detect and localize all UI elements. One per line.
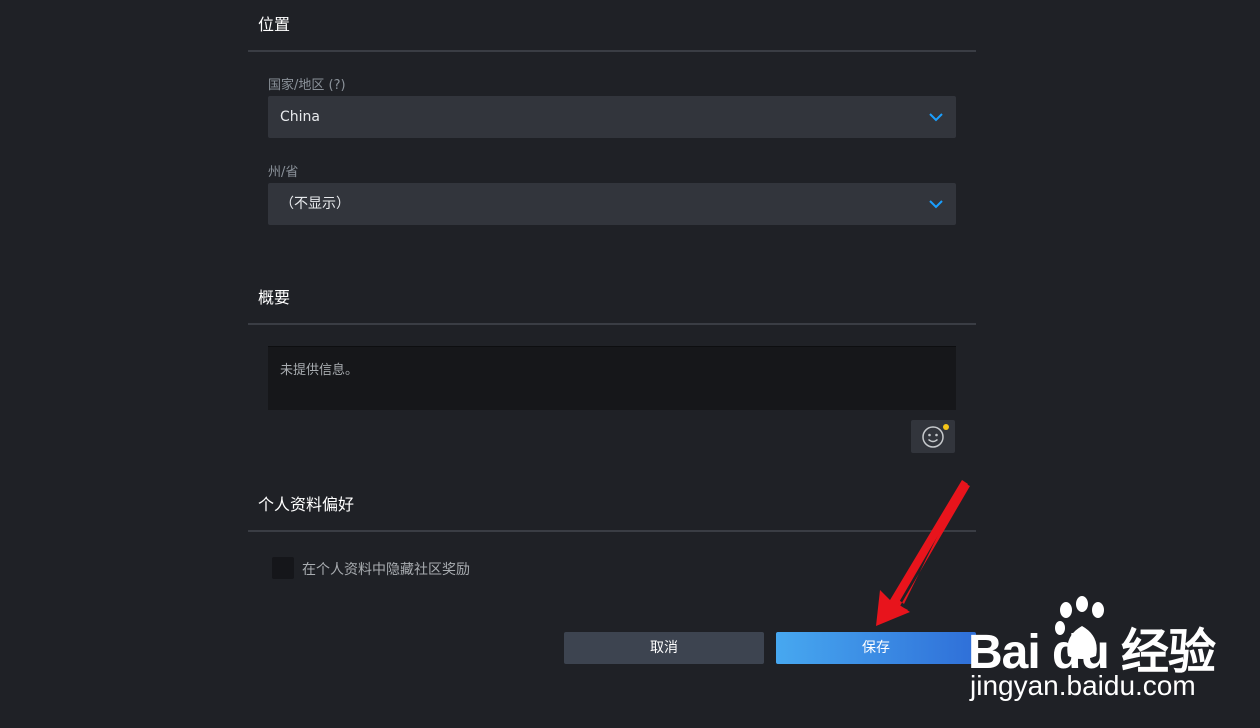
summary-textarea[interactable]: 未提供信息。	[268, 346, 956, 410]
paw-logo-icon	[1055, 596, 1104, 659]
notification-dot	[943, 424, 949, 430]
state-value: （不显示）	[280, 196, 350, 212]
save-button[interactable]: 保存	[776, 632, 976, 664]
summary-section-title: 概要	[248, 279, 976, 325]
hide-awards-label[interactable]: 在个人资料中隐藏社区奖励	[302, 559, 470, 579]
country-value: China	[280, 109, 320, 125]
chevron-down-icon	[929, 200, 943, 209]
watermark-url: jingyan.baidu.com	[970, 670, 1196, 701]
location-section-title: 位置	[248, 6, 976, 52]
state-label: 州/省	[268, 165, 299, 180]
emoji-button[interactable]	[911, 420, 955, 453]
country-label: 国家/地区 (?)	[268, 78, 346, 93]
smiley-icon	[922, 426, 944, 448]
red-arrow-icon	[876, 480, 970, 626]
hide-awards-checkbox[interactable]	[272, 557, 294, 579]
state-select[interactable]: （不显示）	[268, 183, 956, 225]
chevron-down-icon	[929, 113, 943, 122]
profile-edit-page: 位置 国家/地区 (?) China 州/省 （不显示） 概要 未提供信息。 个…	[0, 0, 1260, 728]
country-select[interactable]: China	[268, 96, 956, 138]
cancel-button[interactable]: 取消	[564, 632, 764, 664]
